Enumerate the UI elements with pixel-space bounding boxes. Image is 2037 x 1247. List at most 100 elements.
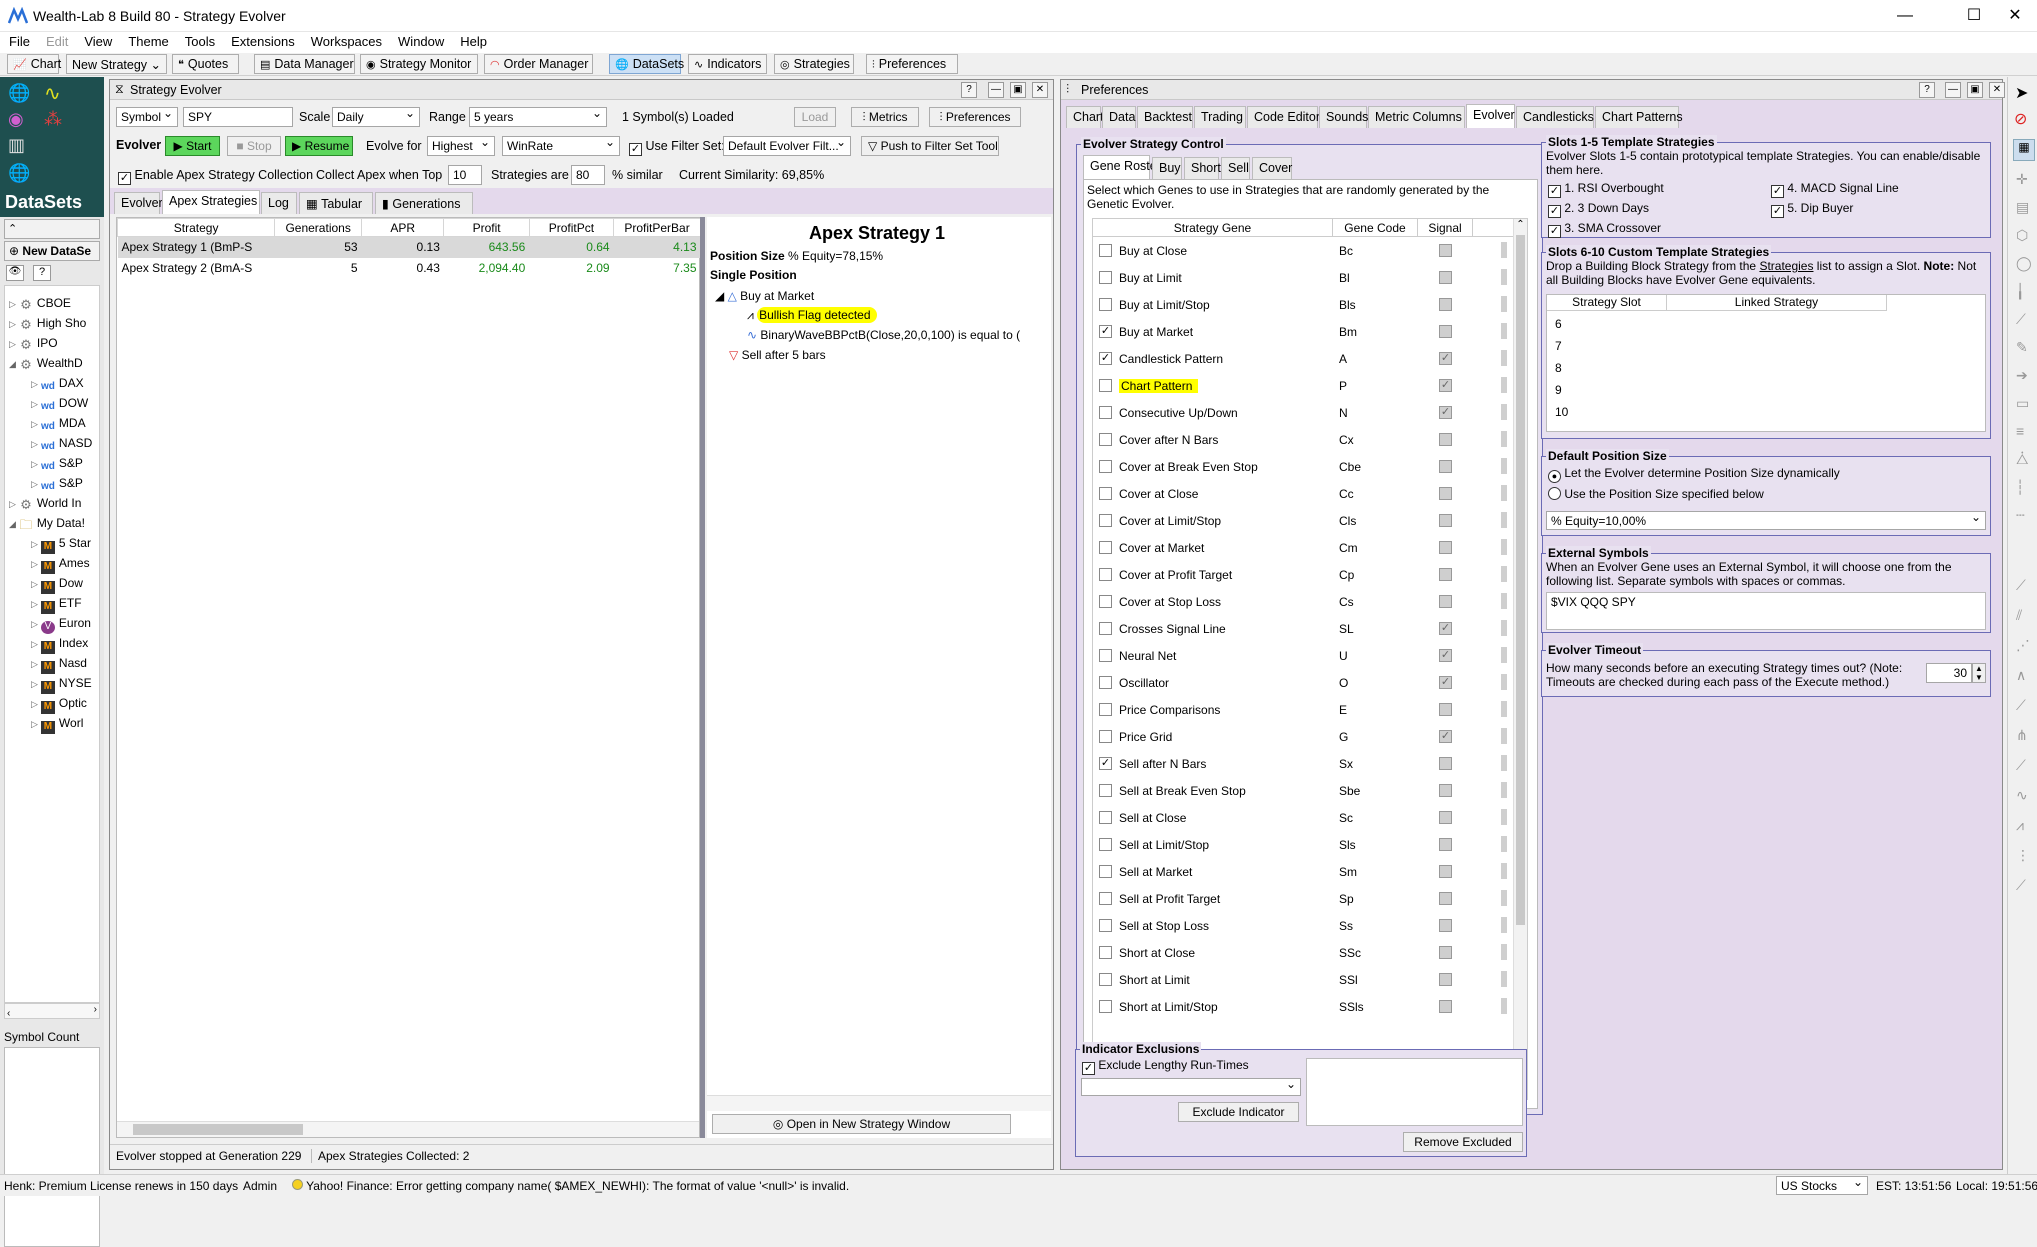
cycle-icon[interactable]: ∿ (2016, 787, 2028, 804)
gene-row[interactable]: Cover at Profit Target Cp (1093, 562, 1513, 589)
channel-icon[interactable]: ⫽ (2016, 607, 2022, 624)
order-manager-button[interactable]: ◠ Order Manager (484, 54, 593, 74)
timeout-spinner[interactable]: ▲ ▼ (1972, 663, 1986, 683)
regression-icon[interactable]: ⟋ (2016, 697, 2026, 714)
collapsed-icon[interactable]: ▷ (31, 459, 38, 469)
close-icon[interactable]: ✕ (1989, 82, 2005, 98)
collapsed-icon[interactable]: ▷ (9, 339, 16, 349)
position-size-select[interactable]: % Equity=10,00% (1546, 511, 1986, 530)
subtab-gene-roster[interactable]: Gene Roster (1083, 155, 1161, 179)
library-icon[interactable]: ▥ (8, 135, 25, 156)
data-manager-button[interactable]: ▤ Data Manager (254, 54, 355, 74)
tab-evolver[interactable]: Evolver (114, 192, 163, 214)
gene-row[interactable]: Short at Close SSc (1093, 940, 1513, 967)
help-icon[interactable]: ? (1919, 82, 1935, 98)
gene-row[interactable]: Sell at Break Even Stop Sbe (1093, 778, 1513, 805)
similar-pct-input[interactable]: 80 (571, 165, 605, 185)
indicator-wave-icon[interactable]: ∿ (44, 81, 61, 106)
gene-enabled-checkbox[interactable] (1099, 649, 1112, 662)
gene-enabled-checkbox[interactable] (1099, 622, 1112, 635)
rect-icon[interactable]: ▭ (2016, 395, 2029, 412)
slot1-checkbox[interactable]: 1. RSI Overbought (1548, 181, 1664, 198)
restore-icon[interactable]: ▣ (1967, 82, 1983, 98)
excluded-list[interactable] (1306, 1058, 1523, 1126)
dataset-tree-item[interactable]: ▷ wd MDA (31, 416, 86, 434)
col-gene-code[interactable]: Gene Code (1333, 219, 1418, 237)
collapsed-icon[interactable]: ▷ (31, 679, 38, 689)
gene-enabled-checkbox[interactable] (1099, 460, 1112, 473)
start-button[interactable]: ▶ Start (165, 136, 220, 156)
gene-row[interactable]: Price Grid G (1093, 724, 1513, 751)
gene-enabled-checkbox[interactable] (1099, 271, 1112, 284)
gene-enabled-checkbox[interactable] (1099, 946, 1112, 959)
close-icon[interactable]: ✕ (1032, 82, 1048, 98)
collapsed-icon[interactable]: ▷ (31, 619, 38, 629)
globe-icon[interactable]: 🌐 (8, 83, 30, 104)
col-strategy[interactable]: Strategy (116, 218, 276, 237)
pencil-icon[interactable]: ✎ (2016, 339, 2028, 356)
datasets-button[interactable]: 🌐 DataSets (609, 54, 684, 74)
arrow-icon[interactable]: ➔ (2016, 367, 2028, 384)
evolver-preferences-button[interactable]: ⫶ Preferences (929, 107, 1021, 127)
gene-enabled-checkbox[interactable] (1099, 244, 1112, 257)
gene-enabled-checkbox[interactable] (1099, 811, 1112, 824)
menu-file[interactable]: File (0, 32, 37, 49)
tab-sounds[interactable]: Sounds (1319, 106, 1368, 128)
polyline-icon[interactable]: ∧ (2016, 667, 2026, 684)
indicator-select[interactable] (1081, 1078, 1301, 1096)
gene-enabled-checkbox[interactable] (1099, 892, 1112, 905)
gene-row[interactable]: Sell at Profit Target Sp (1093, 886, 1513, 913)
external-symbols-input[interactable]: $VIX QQQ SPY (1546, 592, 1986, 630)
collapsed-icon[interactable]: ▷ (31, 639, 38, 649)
strategy-monitor-button[interactable]: ◉ Strategy Monitor (360, 54, 478, 74)
collapsed-icon[interactable]: ▷ (31, 659, 38, 669)
gene-row[interactable]: Cover after N Bars Cx (1093, 427, 1513, 454)
gene-enabled-checkbox[interactable] (1099, 919, 1112, 932)
horizontal-line-icon[interactable]: ┄ (2016, 507, 2024, 524)
menu-extensions[interactable]: Extensions (222, 32, 302, 49)
gene-row[interactable]: Cover at Close Cc (1093, 481, 1513, 508)
grid-tool-icon[interactable]: ⋮ (2016, 847, 2030, 864)
quotes-button[interactable]: ❝ Quotes (172, 54, 239, 74)
gene-enabled-checkbox[interactable] (1099, 595, 1112, 608)
minimize-button[interactable]: — (1882, 0, 1928, 32)
tab-evolver[interactable]: Evolver (1466, 104, 1515, 128)
slot2-checkbox[interactable]: 2. 3 Down Days (1548, 201, 1649, 218)
exclude-indicator-button[interactable]: Exclude Indicator (1178, 1102, 1299, 1122)
gene-enabled-checkbox[interactable] (1099, 541, 1112, 554)
collapsed-icon[interactable]: ▷ (9, 499, 16, 509)
gene-enabled-checkbox[interactable] (1099, 487, 1112, 500)
close-button[interactable]: ✕ (1992, 0, 2037, 32)
slot3-checkbox[interactable]: 3. SMA Crossover (1548, 221, 1661, 238)
gene-row[interactable]: Sell at Limit/Stop Sls (1093, 832, 1513, 859)
top-n-input[interactable]: 10 (448, 165, 482, 185)
measure-icon[interactable]: ⟋ (2016, 877, 2026, 894)
condition-node[interactable]: ⩘ Bullish Flag detected (747, 307, 877, 323)
dataset-tree-item[interactable]: ▷ M Ames (31, 556, 90, 574)
gene-enabled-checkbox[interactable] (1099, 730, 1112, 743)
market-select[interactable]: US Stocks (1776, 1176, 1868, 1195)
slot-row[interactable]: 6 (1555, 317, 1562, 331)
fib-icon[interactable]: ⧊ (2016, 451, 2029, 468)
trend-line-icon[interactable]: ⟋ (2016, 577, 2026, 594)
subtab-sell[interactable]: Sell (1221, 157, 1250, 179)
dataset-tree-item[interactable]: ▷ wd S&P (31, 456, 83, 474)
gene-row[interactable]: Sell at Close Sc (1093, 805, 1513, 832)
slot-row[interactable]: 10 (1555, 405, 1568, 419)
gene-enabled-checkbox[interactable] (1099, 406, 1112, 419)
layout-icon[interactable]: ▦ (2013, 139, 2035, 161)
collapsed-icon[interactable]: ▷ (31, 399, 38, 409)
slot-row[interactable]: 9 (1555, 383, 1562, 397)
table-row[interactable]: Apex Strategy 1 (BmP-S 53 0.13 643.56 0.… (117, 236, 701, 258)
strategies-link[interactable]: Strategies (1759, 259, 1813, 273)
col-strategy-gene[interactable]: Strategy Gene (1093, 219, 1333, 237)
tab-metric-columns[interactable]: Metric Columns (1368, 106, 1465, 128)
metrics-button[interactable]: ⫶ Metrics (851, 107, 919, 127)
dataset-tree-item[interactable]: ▷ M Nasd (31, 656, 87, 674)
gene-enabled-checkbox[interactable] (1099, 838, 1112, 851)
sell-node[interactable]: ▽ Sell after 5 bars (729, 348, 826, 362)
detail-hscrollbar[interactable] (707, 1095, 1051, 1111)
dataset-tree-item[interactable]: ▷ M Index (31, 636, 88, 654)
dataset-tree-item[interactable]: ▷ wd DOW (31, 396, 88, 414)
pitchfork-icon[interactable]: ⋔ (2016, 727, 2028, 744)
